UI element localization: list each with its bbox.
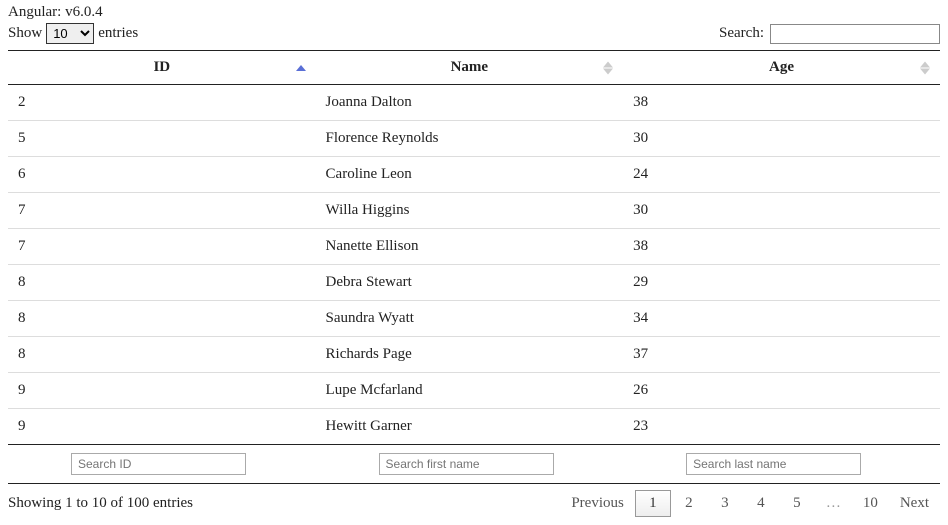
pagination: Previous12345…10Next xyxy=(560,490,940,517)
version-label: Angular: v6.0.4 xyxy=(8,4,940,21)
filter-id-input[interactable] xyxy=(71,453,246,475)
search-label: Search: xyxy=(719,25,764,42)
table-row: 9Hewitt Garner23 xyxy=(8,409,940,445)
cell-id: 8 xyxy=(8,265,316,301)
cell-id: 5 xyxy=(8,121,316,157)
global-search: Search: xyxy=(719,24,940,44)
page-length-control: Show 102550100 entries xyxy=(8,23,138,44)
filter-name-input[interactable] xyxy=(379,453,554,475)
table-row: 9Lupe Mcfarland26 xyxy=(8,373,940,409)
cell-name: Caroline Leon xyxy=(316,157,624,193)
pagination-page-10[interactable]: 10 xyxy=(852,490,889,517)
pagination-page-4[interactable]: 4 xyxy=(743,490,779,517)
cell-age: 29 xyxy=(623,265,940,301)
cell-id: 6 xyxy=(8,157,316,193)
table-row: 8Saundra Wyatt34 xyxy=(8,301,940,337)
cell-name: Saundra Wyatt xyxy=(316,301,624,337)
cell-id: 8 xyxy=(8,301,316,337)
column-header-age-label: Age xyxy=(769,59,794,75)
search-input[interactable] xyxy=(770,24,940,44)
table-row: 7Willa Higgins30 xyxy=(8,193,940,229)
filter-age-input[interactable] xyxy=(686,453,861,475)
pagination-next-button[interactable]: Next xyxy=(889,490,940,517)
cell-age: 30 xyxy=(623,193,940,229)
data-table: ID Name Age 2Joanna Dalton385Florence Re… xyxy=(8,50,940,445)
cell-name: Hewitt Garner xyxy=(316,409,624,445)
table-row: 8Richards Page37 xyxy=(8,337,940,373)
cell-name: Joanna Dalton xyxy=(316,85,624,121)
page-length-select[interactable]: 102550100 xyxy=(46,23,94,44)
pagination-prev-button[interactable]: Previous xyxy=(560,490,635,517)
sort-both-icon xyxy=(920,61,930,74)
column-header-id[interactable]: ID xyxy=(8,51,316,85)
pagination-page-3[interactable]: 3 xyxy=(707,490,743,517)
cell-id: 9 xyxy=(8,373,316,409)
cell-age: 37 xyxy=(623,337,940,373)
cell-age: 23 xyxy=(623,409,940,445)
pagination-page-5[interactable]: 5 xyxy=(779,490,815,517)
cell-age: 30 xyxy=(623,121,940,157)
cell-age: 38 xyxy=(623,85,940,121)
cell-name: Richards Page xyxy=(316,337,624,373)
cell-name: Lupe Mcfarland xyxy=(316,373,624,409)
cell-age: 26 xyxy=(623,373,940,409)
column-header-name[interactable]: Name xyxy=(316,51,624,85)
sort-asc-icon xyxy=(296,65,306,71)
cell-age: 24 xyxy=(623,157,940,193)
page-length-prefix: Show xyxy=(8,25,42,42)
table-row: 6Caroline Leon24 xyxy=(8,157,940,193)
pagination-page-2[interactable]: 2 xyxy=(671,490,707,517)
cell-name: Willa Higgins xyxy=(316,193,624,229)
page-length-suffix: entries xyxy=(98,25,138,42)
cell-name: Debra Stewart xyxy=(316,265,624,301)
cell-id: 2 xyxy=(8,85,316,121)
cell-name: Nanette Ellison xyxy=(316,229,624,265)
cell-id: 7 xyxy=(8,193,316,229)
table-info: Showing 1 to 10 of 100 entries xyxy=(8,495,193,512)
cell-id: 8 xyxy=(8,337,316,373)
column-header-id-label: ID xyxy=(153,59,170,75)
cell-id: 9 xyxy=(8,409,316,445)
cell-name: Florence Reynolds xyxy=(316,121,624,157)
column-header-age[interactable]: Age xyxy=(623,51,940,85)
table-row: 5Florence Reynolds30 xyxy=(8,121,940,157)
column-header-name-label: Name xyxy=(451,59,489,75)
cell-id: 7 xyxy=(8,229,316,265)
cell-age: 34 xyxy=(623,301,940,337)
sort-both-icon xyxy=(603,61,613,74)
pagination-page-1[interactable]: 1 xyxy=(635,490,671,517)
cell-age: 38 xyxy=(623,229,940,265)
table-row: 8Debra Stewart29 xyxy=(8,265,940,301)
pagination-ellipsis: … xyxy=(815,490,852,517)
table-row: 2Joanna Dalton38 xyxy=(8,85,940,121)
table-row: 7Nanette Ellison38 xyxy=(8,229,940,265)
